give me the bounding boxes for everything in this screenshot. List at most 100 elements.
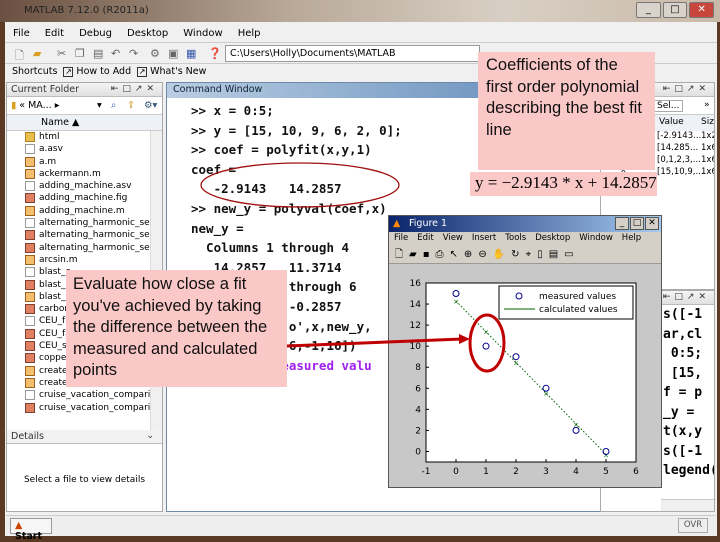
new-figure-icon[interactable]: 🗋 xyxy=(395,249,409,260)
redo-icon[interactable]: ↷ xyxy=(129,47,138,60)
panel-controls[interactable]: ⇤□↗✕ xyxy=(663,292,710,302)
close-button[interactable]: ✕ xyxy=(645,217,659,230)
legend-icon[interactable]: ▤ xyxy=(549,249,564,260)
menu-desktop[interactable]: Desktop xyxy=(127,28,168,39)
file-item[interactable]: html xyxy=(7,131,162,143)
file-item[interactable]: a.m xyxy=(7,156,162,168)
history-entry[interactable]: f = p xyxy=(663,385,702,400)
file-icon xyxy=(25,267,35,278)
file-item[interactable]: arcsin.m xyxy=(7,254,162,266)
equation-label: y = −2.9143 * x + 14.2857 xyxy=(470,172,657,196)
undo-icon[interactable]: ↶ xyxy=(111,47,120,60)
panel-controls[interactable]: ⇤□↗✕ xyxy=(111,84,158,94)
history-entry[interactable]: t(x,y xyxy=(663,424,702,439)
menu-debug[interactable]: Debug xyxy=(79,28,112,39)
more-icon[interactable]: » xyxy=(704,100,710,110)
fig-menu-help[interactable]: Help xyxy=(622,233,641,245)
history-entry[interactable]: _y = xyxy=(663,405,702,420)
dropdown-arrow-icon[interactable]: ▾ xyxy=(97,100,102,111)
history-entry[interactable]: s([-1 xyxy=(663,444,702,459)
current-path-input[interactable]: C:\Users\Holly\Documents\MATLAB xyxy=(225,45,480,62)
fig-menu-tools[interactable]: Tools xyxy=(505,233,526,245)
y-tick-label: 12 xyxy=(410,321,421,331)
file-item[interactable]: alternating_harmonic_seri... xyxy=(7,242,162,254)
plot-axes[interactable]: -1 0 1 2 3 4 5 60246810121416××××××measured val… xyxy=(389,265,661,487)
colorbar-icon[interactable]: ▯ xyxy=(537,249,549,260)
window-title: MATLAB 7.12.0 (R2011a) xyxy=(24,5,149,16)
shortcut-whats-new[interactable]: ↗ What's New xyxy=(137,66,206,77)
folder-path-dropdown[interactable]: « MA... ▸ xyxy=(19,100,59,111)
simulink-icon[interactable]: ⚙ xyxy=(150,47,160,60)
column-size[interactable]: Siz xyxy=(701,117,714,127)
pointer-icon[interactable]: ↖ xyxy=(450,249,464,260)
maximize-button[interactable]: □ xyxy=(630,217,644,230)
fig-menu-window[interactable]: Window xyxy=(579,233,613,245)
details-header[interactable]: Details ⌄ xyxy=(7,430,162,444)
file-item[interactable]: ackermann.m xyxy=(7,168,162,180)
print-icon[interactable]: ⎙ xyxy=(436,249,450,260)
file-item[interactable]: adding_machine.m xyxy=(7,205,162,217)
y-tick-label: 4 xyxy=(415,405,421,415)
x-tick-label: 3 xyxy=(543,467,549,477)
history-entry[interactable]: legend(' xyxy=(663,463,714,478)
maximize-button[interactable]: □ xyxy=(662,2,688,18)
x-tick-label: 5 xyxy=(603,467,609,477)
file-item[interactable]: adding_machine.fig xyxy=(7,192,162,204)
command-line: >> x = 0:5; xyxy=(191,103,274,118)
menu-edit[interactable]: Edit xyxy=(45,28,64,39)
rotate-icon[interactable]: ↻ xyxy=(511,249,525,260)
history-entry[interactable]: s([-1 xyxy=(663,307,702,322)
help-icon[interactable]: ❓ xyxy=(208,47,222,60)
fig-menu-view[interactable]: View xyxy=(443,233,463,245)
history-entry[interactable]: ar,cl xyxy=(663,327,702,342)
guide-icon[interactable]: ▣ xyxy=(168,47,178,60)
file-item[interactable]: adding_machine.asv xyxy=(7,180,162,192)
fig-menu-edit[interactable]: Edit xyxy=(417,233,433,245)
shortcut-how-to-add[interactable]: ↗ How to Add xyxy=(63,66,131,77)
file-name: adding_machine.asv xyxy=(39,181,132,192)
start-button[interactable]: ▲ Start xyxy=(10,518,52,542)
cut-icon[interactable]: ✂ xyxy=(57,47,66,60)
search-icon[interactable]: ⌕ xyxy=(111,100,116,111)
status-bar: ▲ Start OVR xyxy=(6,515,716,542)
fig-menu-insert[interactable]: Insert xyxy=(472,233,496,245)
history-entry[interactable]: [15, xyxy=(663,366,702,381)
column-value[interactable]: Value xyxy=(659,117,684,127)
minimize-button[interactable]: _ xyxy=(615,217,629,230)
fig-menu-desktop[interactable]: Desktop xyxy=(535,233,570,245)
menu-help[interactable]: Help xyxy=(238,28,261,39)
open-folder-icon[interactable]: ▰ xyxy=(33,47,41,60)
gear-icon[interactable]: ⚙▾ xyxy=(144,100,157,111)
file-item[interactable]: a.asv xyxy=(7,143,162,155)
plot-tools-icon[interactable]: ▭ xyxy=(564,249,579,260)
file-item[interactable]: alternating_harmonic_seri... xyxy=(7,229,162,241)
history-hscrollbar[interactable] xyxy=(661,499,714,511)
new-file-icon[interactable]: 🗋 xyxy=(15,47,24,66)
copy-icon[interactable]: ❐ xyxy=(75,47,85,60)
close-button[interactable]: ✕ xyxy=(689,2,715,18)
minimize-button[interactable]: _ xyxy=(636,2,661,18)
menu-file[interactable]: File xyxy=(13,28,30,39)
select-dropdown[interactable]: Sel... xyxy=(653,100,684,112)
fig-menu-file[interactable]: File xyxy=(394,233,408,245)
command-line: >> new_y = polyval(coef,x) xyxy=(191,201,387,216)
pan-icon[interactable]: ✋ xyxy=(493,249,511,260)
zoom-in-icon[interactable]: ⊕ xyxy=(464,249,478,260)
paste-icon[interactable]: ▤ xyxy=(93,47,103,60)
history-entry[interactable]: 0:5; xyxy=(663,346,702,361)
chevron-down-icon[interactable]: ⌄ xyxy=(146,431,158,441)
legend-label-calculated: calculated values xyxy=(539,305,618,315)
save-icon[interactable]: ▪ xyxy=(423,249,436,260)
profiler-icon[interactable]: ▦ xyxy=(186,47,196,60)
menu-window[interactable]: Window xyxy=(183,28,222,39)
file-item[interactable]: alternating_harmonic_seri... xyxy=(7,217,162,229)
up-folder-icon[interactable]: ⇪ xyxy=(127,100,135,111)
file-item[interactable]: cruise_vacation_comparis... xyxy=(7,389,162,401)
panel-controls[interactable]: ⇤□↗✕ xyxy=(663,84,710,94)
left-callout: Evaluate how close a fit you've achieved… xyxy=(66,270,287,387)
file-item[interactable]: cruise_vacation_comparis... xyxy=(7,402,162,414)
zoom-out-icon[interactable]: ⊖ xyxy=(478,249,492,260)
open-icon[interactable]: ▰ xyxy=(409,249,423,260)
data-cursor-icon[interactable]: ⌖ xyxy=(526,249,538,260)
name-column-header[interactable]: Name ▲ xyxy=(7,115,162,131)
